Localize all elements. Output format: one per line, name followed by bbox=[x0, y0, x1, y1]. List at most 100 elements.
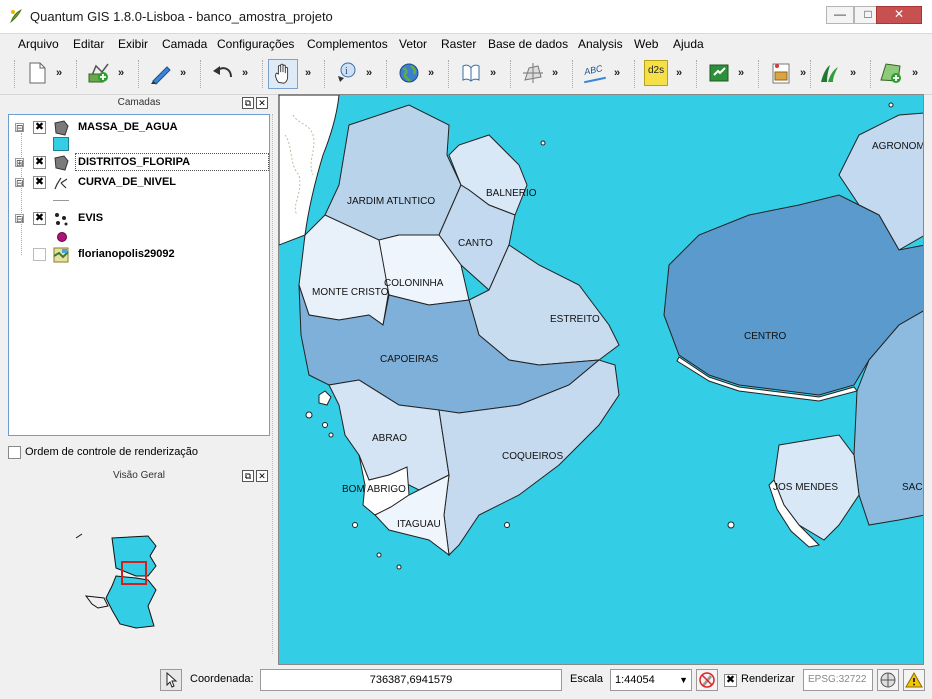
qgis-app-icon bbox=[10, 9, 22, 24]
toolbar-grip[interactable] bbox=[510, 60, 513, 88]
toolbar-more-button[interactable]: » bbox=[912, 67, 918, 79]
chevron-down-icon[interactable]: ▼ bbox=[679, 670, 688, 690]
layer-row-evis[interactable]: ⊟ ✖ EVIS bbox=[9, 210, 267, 228]
toolbar-more-button[interactable]: » bbox=[490, 67, 496, 79]
toolbar-grip[interactable] bbox=[634, 60, 637, 88]
label-abc-icon[interactable]: ABC bbox=[582, 60, 608, 86]
stop-rendering-button[interactable] bbox=[696, 669, 718, 691]
mouse-pointer-icon bbox=[166, 671, 178, 688]
map-label-agronomica: AGRONOMIC bbox=[872, 141, 924, 152]
overview-map[interactable] bbox=[8, 486, 270, 662]
globe-icon[interactable] bbox=[396, 60, 422, 86]
minimize-button[interactable]: — bbox=[826, 6, 854, 24]
toolbar-more-button[interactable]: » bbox=[118, 67, 124, 79]
toolbar-grip[interactable] bbox=[448, 60, 451, 88]
layer-visibility-checkbox[interactable]: ✖ bbox=[33, 212, 46, 225]
layer-row-curva-de-nivel[interactable]: ⊟ ✖ CURVA_DE_NIVEL bbox=[9, 174, 267, 192]
close-button[interactable]: ✕ bbox=[876, 6, 922, 24]
messages-button[interactable] bbox=[903, 669, 925, 691]
crs-status-button[interactable]: EPSG:32722 bbox=[803, 669, 873, 691]
map-label-coqueiros: COQUEIROS bbox=[502, 451, 563, 462]
raster-icon[interactable] bbox=[768, 60, 794, 86]
coordinate-field[interactable]: 736387,6941579 bbox=[260, 669, 562, 691]
map-label-bom-abrigo: BOM ABRIGO bbox=[342, 484, 406, 495]
toolbar-grip[interactable] bbox=[262, 60, 265, 88]
toolbar-more-button[interactable]: » bbox=[180, 67, 186, 79]
toolbar-more-button[interactable]: » bbox=[850, 67, 856, 79]
toolbar-grip[interactable] bbox=[758, 60, 761, 88]
menu-ajuda[interactable]: Ajuda bbox=[673, 37, 704, 51]
toolbar-more-button[interactable]: » bbox=[614, 67, 620, 79]
layer-visibility-checkbox[interactable]: ✖ bbox=[33, 176, 46, 189]
float-panel-icon[interactable]: ⧉ bbox=[242, 97, 254, 109]
help-book-icon[interactable] bbox=[458, 60, 484, 86]
map-label-itaguacu: ITAGUAU bbox=[397, 519, 441, 530]
toggle-extents-button[interactable] bbox=[160, 669, 182, 691]
digitize-pencil-icon[interactable] bbox=[148, 60, 174, 86]
map-svg[interactable]: AGRONOMIC BALNERIO JARDIM ATLNTICO CANTO… bbox=[279, 95, 924, 665]
close-panel-icon[interactable]: ✕ bbox=[256, 97, 268, 109]
toolbar-more-button[interactable]: » bbox=[428, 67, 434, 79]
toolbar-more-button[interactable]: » bbox=[56, 67, 62, 79]
layer-row-massa-de-agua[interactable]: ⊟ ✖ MASSA_DE_AGUA bbox=[9, 119, 267, 137]
toolbar-more-button[interactable]: » bbox=[552, 67, 558, 79]
menu-configuracoes[interactable]: Configurações bbox=[217, 37, 294, 51]
render-order-checkbox[interactable] bbox=[8, 446, 21, 459]
toolbar-grip[interactable] bbox=[870, 60, 873, 88]
toolbar-grip[interactable] bbox=[200, 60, 203, 88]
menu-base-de-dados[interactable]: Base de dados bbox=[488, 37, 568, 51]
toolbar-grip[interactable] bbox=[76, 60, 79, 88]
add-vector-layer-icon[interactable] bbox=[86, 60, 112, 86]
toolbar-grip[interactable] bbox=[386, 60, 389, 88]
layer-row-florianopolis[interactable]: florianopolis29092 bbox=[9, 246, 267, 264]
toolbar-grip[interactable] bbox=[14, 60, 17, 88]
decimal-degrees-icon[interactable]: d2s bbox=[644, 60, 668, 86]
new-project-icon[interactable] bbox=[24, 60, 50, 86]
close-panel-icon[interactable]: ✕ bbox=[256, 470, 268, 482]
panel-splitter[interactable] bbox=[272, 114, 275, 654]
projection-button[interactable] bbox=[877, 669, 899, 691]
toolbar-more-button[interactable]: » bbox=[366, 67, 372, 79]
menu-raster[interactable]: Raster bbox=[441, 37, 476, 51]
layer-visibility-checkbox[interactable]: ✖ bbox=[33, 121, 46, 134]
float-panel-icon[interactable]: ⧉ bbox=[242, 470, 254, 482]
map-canvas[interactable]: AGRONOMIC BALNERIO JARDIM ATLNTICO CANTO… bbox=[278, 94, 924, 665]
toolbar-grip[interactable] bbox=[572, 60, 575, 88]
pan-tool-active-frame[interactable] bbox=[268, 59, 298, 89]
overview-map-canvas[interactable] bbox=[8, 486, 270, 662]
toolbar-more-button[interactable]: » bbox=[676, 67, 682, 79]
layer-visibility-checkbox[interactable]: ✖ bbox=[33, 156, 46, 169]
georeferencer-icon[interactable] bbox=[878, 60, 904, 86]
menu-arquivo[interactable]: Arquivo bbox=[18, 37, 59, 51]
toolbar-more-button[interactable]: » bbox=[305, 67, 311, 79]
scale-combobox[interactable]: 1:44054 ▼ bbox=[610, 669, 692, 691]
toolbar-grip[interactable] bbox=[138, 60, 141, 88]
menu-exibir[interactable]: Exibir bbox=[118, 37, 148, 51]
render-label: Renderizar bbox=[741, 673, 795, 685]
render-checkbox[interactable]: ✖ bbox=[724, 674, 737, 687]
menu-analysis[interactable]: Analysis bbox=[578, 37, 623, 51]
identify-icon[interactable]: i bbox=[334, 60, 360, 86]
layer-visibility-checkbox[interactable] bbox=[33, 248, 46, 261]
move-feature-icon[interactable] bbox=[520, 60, 546, 86]
layer-name: DISTRITOS_FLORIPA bbox=[78, 156, 191, 168]
toolbar-grip[interactable] bbox=[696, 60, 699, 88]
toolbar-grip[interactable] bbox=[324, 60, 327, 88]
menu-camada[interactable]: Camada bbox=[162, 37, 207, 51]
menu-editar[interactable]: Editar bbox=[73, 37, 104, 51]
toolbar-grip[interactable] bbox=[810, 60, 813, 88]
undo-icon[interactable] bbox=[210, 60, 236, 86]
collapse-icon[interactable]: ⊟ bbox=[15, 123, 24, 133]
grass-icon[interactable] bbox=[816, 60, 842, 86]
toolbar-more-button[interactable]: » bbox=[242, 67, 248, 79]
plugin-icon[interactable] bbox=[706, 60, 732, 86]
layer-row-distritos-floripa[interactable]: ⊞ ✖ DISTRITOS_FLORIPA bbox=[9, 154, 267, 172]
pan-hand-icon[interactable] bbox=[271, 62, 295, 86]
toolbar: » » » » » i » » » » ABC » d2s » » » » » bbox=[0, 54, 932, 95]
menu-web[interactable]: Web bbox=[634, 37, 658, 51]
layers-tree[interactable]: ⊟ ✖ MASSA_DE_AGUA ⊞ ✖ DISTRITOS_FLORIPA … bbox=[8, 114, 270, 436]
toolbar-more-button[interactable]: » bbox=[800, 67, 806, 79]
menu-vetor[interactable]: Vetor bbox=[399, 37, 427, 51]
menu-complementos[interactable]: Complementos bbox=[307, 37, 388, 51]
toolbar-more-button[interactable]: » bbox=[738, 67, 744, 79]
